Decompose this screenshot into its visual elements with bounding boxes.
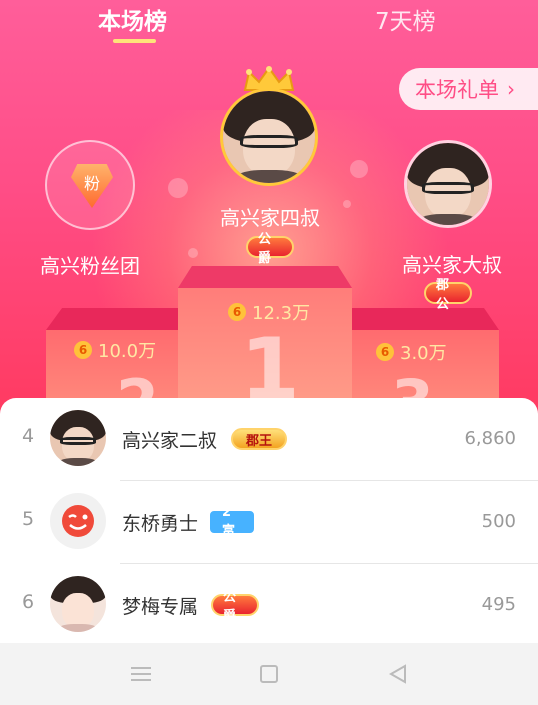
noble-badge-duke: 公爵: [211, 590, 259, 624]
chevron-right-icon: ›: [507, 77, 515, 101]
fan-gem-icon: 粉: [71, 164, 113, 208]
decor-bubble: [350, 160, 368, 178]
rank-number: 5: [22, 508, 35, 530]
tab-bar: 本场榜 7天榜: [0, 0, 538, 48]
user-photo: [223, 91, 315, 183]
podium-block-top: [46, 308, 180, 330]
decor-bubble: [343, 200, 351, 208]
noble-badge-duke: 公爵: [246, 232, 294, 266]
podium-name-first[interactable]: 高兴家四叔: [208, 202, 332, 231]
contribution-score: 495: [481, 594, 516, 615]
coin-icon: 6: [228, 303, 246, 321]
fan-gem-label: 粉: [83, 174, 100, 193]
podium-value-text: 10.0万: [98, 341, 157, 362]
active-tab-indicator: [113, 39, 156, 43]
podium-value-third: 6 3.0万: [376, 339, 447, 365]
noble-badge-count: 郡公: [424, 278, 472, 312]
user-name: 高兴家二叔: [122, 430, 218, 452]
rank-number: 6: [22, 591, 35, 613]
list-item[interactable]: 6 梦梅专属 公爵 495: [0, 564, 538, 647]
list-item[interactable]: 4 高兴家二叔 郡王 6,860: [0, 398, 538, 481]
wealth-level-badge: 2 富: [210, 505, 254, 539]
podium-block-top: [349, 308, 499, 330]
podium-block-top: [178, 266, 352, 288]
podium-value-first: 6 12.3万: [228, 299, 310, 325]
contribution-score: 500: [481, 511, 516, 532]
podium-avatar-first[interactable]: [220, 88, 318, 186]
avatar[interactable]: [50, 576, 106, 632]
noble-badge-prince: 郡王: [231, 428, 287, 450]
gift-list-button[interactable]: 本场礼单 ›: [399, 68, 538, 110]
coin-icon: 6: [74, 341, 92, 359]
ranking-list: 4 高兴家二叔 郡王 6,860 5 东桥勇士 2 富 500 6 梦梅专属 公…: [0, 398, 538, 643]
coin-icon: 6: [376, 343, 394, 361]
list-item[interactable]: 5 东桥勇士 2 富 500: [0, 481, 538, 564]
podium-avatar-third[interactable]: [404, 140, 492, 228]
podium-value-second: 6 10.0万: [74, 337, 156, 363]
podium-block-1: 1: [178, 266, 352, 420]
contribution-score: 6,860: [464, 428, 516, 449]
decor-bubble: [188, 248, 198, 258]
system-navigation-bar: [0, 643, 538, 705]
avatar[interactable]: [50, 410, 106, 466]
rank-number: 4: [22, 425, 35, 447]
user-photo: [407, 143, 489, 225]
leaderboard-header-area: 本场榜 7天榜 本场礼单 › 2 3 1 6 12.3万 6 10.0万 6 3…: [0, 0, 538, 420]
decor-bubble: [168, 178, 188, 198]
back-triangle-icon[interactable]: [383, 661, 413, 687]
home-square-icon[interactable]: [254, 661, 284, 687]
gift-list-label: 本场礼单: [415, 78, 499, 102]
menu-icon[interactable]: [126, 661, 156, 687]
user-name: 梦梅专属: [122, 596, 199, 618]
avatar[interactable]: [50, 493, 106, 549]
user-name: 东桥勇士: [122, 513, 199, 535]
podium-name-second[interactable]: 高兴粉丝团: [30, 250, 150, 279]
smiley-face-icon: [62, 505, 94, 537]
tab-this-session[interactable]: 本场榜: [98, 2, 167, 36]
fan-club-avatar[interactable]: 粉: [45, 140, 135, 230]
podium-value-text: 3.0万: [400, 343, 447, 364]
tab-7-days[interactable]: 7天榜: [375, 2, 436, 36]
podium-value-text: 12.3万: [252, 303, 311, 324]
